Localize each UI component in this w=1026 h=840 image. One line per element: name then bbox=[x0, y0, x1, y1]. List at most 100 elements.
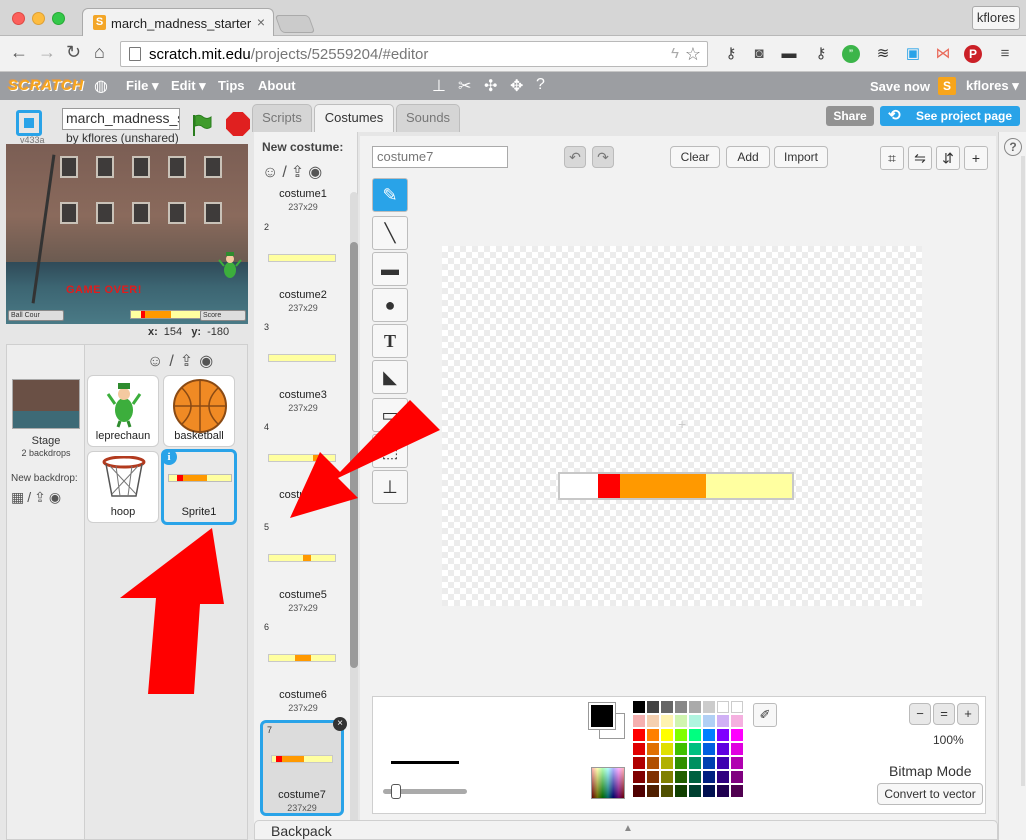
palette-swatch[interactable] bbox=[647, 785, 659, 797]
costume-library-icon[interactable]: ☺ bbox=[262, 164, 282, 181]
reload-icon[interactable]: ↻ bbox=[66, 42, 81, 63]
palette-swatch[interactable] bbox=[675, 785, 687, 797]
palette-swatch[interactable] bbox=[661, 729, 673, 741]
flip-horizontal-icon[interactable]: ⇋ bbox=[908, 146, 932, 170]
paint-costume-icon[interactable]: / bbox=[282, 164, 290, 181]
costume-item[interactable]: 2 costume2 237x29 bbox=[260, 220, 346, 316]
flip-vertical-icon[interactable]: ⇵ bbox=[936, 146, 960, 170]
tab-costumes[interactable]: Costumes bbox=[314, 104, 394, 132]
palette-swatch[interactable] bbox=[675, 743, 687, 755]
save-now-button[interactable]: Save now bbox=[870, 79, 930, 94]
palette-swatch[interactable] bbox=[717, 743, 729, 755]
costume-item-selected[interactable]: 7 × costume7 237x29 bbox=[260, 717, 347, 816]
undo-icon[interactable]: ↶ bbox=[564, 146, 586, 168]
upload-costume-icon[interactable]: ⇪ bbox=[291, 164, 308, 181]
palette-swatch[interactable] bbox=[675, 757, 687, 769]
palette-swatch[interactable] bbox=[731, 729, 743, 741]
back-arrow-icon[interactable]: ← bbox=[10, 42, 28, 63]
fullscreen-button[interactable] bbox=[16, 110, 42, 136]
ellipse-tool-icon[interactable]: ● bbox=[372, 288, 408, 322]
crop-icon[interactable]: ⌗ bbox=[880, 146, 904, 170]
pocket-extension-icon[interactable]: ◙ bbox=[750, 45, 768, 63]
palette-swatch[interactable] bbox=[647, 743, 659, 755]
sprite-tile-leprechaun[interactable]: leprechaun bbox=[87, 375, 159, 447]
stop-sign-icon[interactable] bbox=[226, 112, 250, 136]
palette-swatch[interactable] bbox=[717, 729, 729, 741]
fill-tool-icon[interactable]: ◣ bbox=[372, 360, 408, 394]
palette-swatch[interactable] bbox=[661, 757, 673, 769]
palette-swatch[interactable] bbox=[689, 743, 701, 755]
camera-sprite-icon[interactable]: ◉ bbox=[199, 353, 219, 370]
tools-extension-icon[interactable]: ⚷ bbox=[812, 45, 830, 63]
shrink-icon[interactable]: ✥ bbox=[510, 76, 523, 96]
palette-swatch[interactable] bbox=[703, 757, 715, 769]
palette-swatch[interactable] bbox=[633, 729, 645, 741]
paint-canvas[interactable]: + bbox=[442, 246, 922, 606]
palette-swatch[interactable] bbox=[633, 771, 645, 783]
costume-item[interactable]: costume1 237x29 bbox=[260, 184, 346, 220]
convert-to-vector-button[interactable]: Convert to vector bbox=[877, 783, 983, 805]
sprite-tile-hoop[interactable]: hoop bbox=[87, 451, 159, 523]
browser-tab[interactable]: S march_madness_starter re × bbox=[82, 8, 274, 36]
palette-swatch[interactable] bbox=[661, 701, 673, 713]
delete-costume-icon[interactable]: × bbox=[333, 717, 347, 731]
costume-name-input[interactable]: costume7 bbox=[372, 146, 508, 168]
add-button[interactable]: Add bbox=[726, 146, 770, 168]
palette-swatch[interactable] bbox=[731, 743, 743, 755]
address-bar[interactable]: scratch.mit.edu/projects/52559204/#edito… bbox=[120, 41, 708, 67]
info-icon[interactable]: i bbox=[161, 449, 177, 465]
palette-swatch[interactable] bbox=[717, 757, 729, 769]
compress-extension-icon[interactable]: ⋈ bbox=[934, 45, 952, 63]
palette-swatch[interactable] bbox=[703, 729, 715, 741]
duplicate-stamp-icon[interactable]: ⊥ bbox=[432, 76, 446, 96]
palette-swatch[interactable] bbox=[661, 715, 673, 727]
new-tab-button[interactable] bbox=[274, 15, 316, 33]
palette-swatch[interactable] bbox=[633, 743, 645, 755]
palette-swatch[interactable] bbox=[731, 771, 743, 783]
share-button[interactable]: Share bbox=[826, 106, 874, 126]
palette-swatch[interactable] bbox=[661, 743, 673, 755]
user-menu[interactable]: kflores ▾ bbox=[966, 78, 1019, 94]
palette-swatch[interactable] bbox=[675, 771, 687, 783]
help-scrollbar[interactable] bbox=[1021, 156, 1025, 786]
about-menu[interactable]: About bbox=[258, 78, 296, 93]
close-window-button[interactable] bbox=[12, 12, 25, 25]
stage-canvas[interactable]: GAME OVER! Ball Cour Score bbox=[6, 144, 248, 324]
palette-swatch[interactable] bbox=[717, 785, 729, 797]
palette-swatch[interactable] bbox=[633, 715, 645, 727]
palette-swatch[interactable] bbox=[633, 757, 645, 769]
costume-item[interactable]: 6 costume6 237x29 bbox=[260, 620, 346, 716]
palette-swatch[interactable] bbox=[717, 715, 729, 727]
maximize-window-button[interactable] bbox=[52, 12, 65, 25]
mask-extension-icon[interactable]: ▬ bbox=[780, 45, 798, 63]
palette-swatch[interactable] bbox=[633, 785, 645, 797]
palette-swatch[interactable] bbox=[675, 729, 687, 741]
palette-swatch[interactable] bbox=[661, 771, 673, 783]
palette-swatch[interactable] bbox=[703, 701, 715, 713]
eyedropper-icon[interactable]: ✐ bbox=[753, 703, 777, 727]
zoom-reset-icon[interactable]: = bbox=[933, 703, 955, 725]
cut-scissors-icon[interactable]: ✂ bbox=[458, 76, 471, 96]
camera-costume-icon[interactable]: ◉ bbox=[308, 164, 326, 181]
palette-swatch[interactable] bbox=[731, 785, 743, 797]
palette-swatch[interactable] bbox=[717, 701, 729, 713]
palette-swatch[interactable] bbox=[689, 785, 701, 797]
user-avatar[interactable]: S bbox=[938, 77, 956, 95]
expand-triangle-icon[interactable]: ▲ bbox=[623, 823, 633, 834]
costume-item[interactable]: 5 costume5 237x29 bbox=[260, 520, 346, 616]
palette-swatch[interactable] bbox=[647, 757, 659, 769]
palette-swatch[interactable] bbox=[689, 757, 701, 769]
color-spectrum-picker[interactable] bbox=[591, 767, 625, 799]
redo-icon[interactable]: ↷ bbox=[592, 146, 614, 168]
palette-swatch[interactable] bbox=[689, 729, 701, 741]
see-project-page-button[interactable]: ⟲ See project page bbox=[880, 106, 1020, 126]
palette-swatch[interactable] bbox=[689, 701, 701, 713]
upload-sprite-icon[interactable]: ⇪ bbox=[180, 353, 199, 370]
globe-icon[interactable]: ◍ bbox=[94, 76, 108, 96]
forward-arrow-icon[interactable]: → bbox=[38, 42, 56, 63]
palette-swatch[interactable] bbox=[675, 715, 687, 727]
palette-swatch[interactable] bbox=[703, 771, 715, 783]
scratch-logo[interactable]: SCRATCH bbox=[8, 75, 83, 97]
project-title-input[interactable]: march_madness_s bbox=[62, 108, 180, 130]
palette-swatch[interactable] bbox=[717, 771, 729, 783]
